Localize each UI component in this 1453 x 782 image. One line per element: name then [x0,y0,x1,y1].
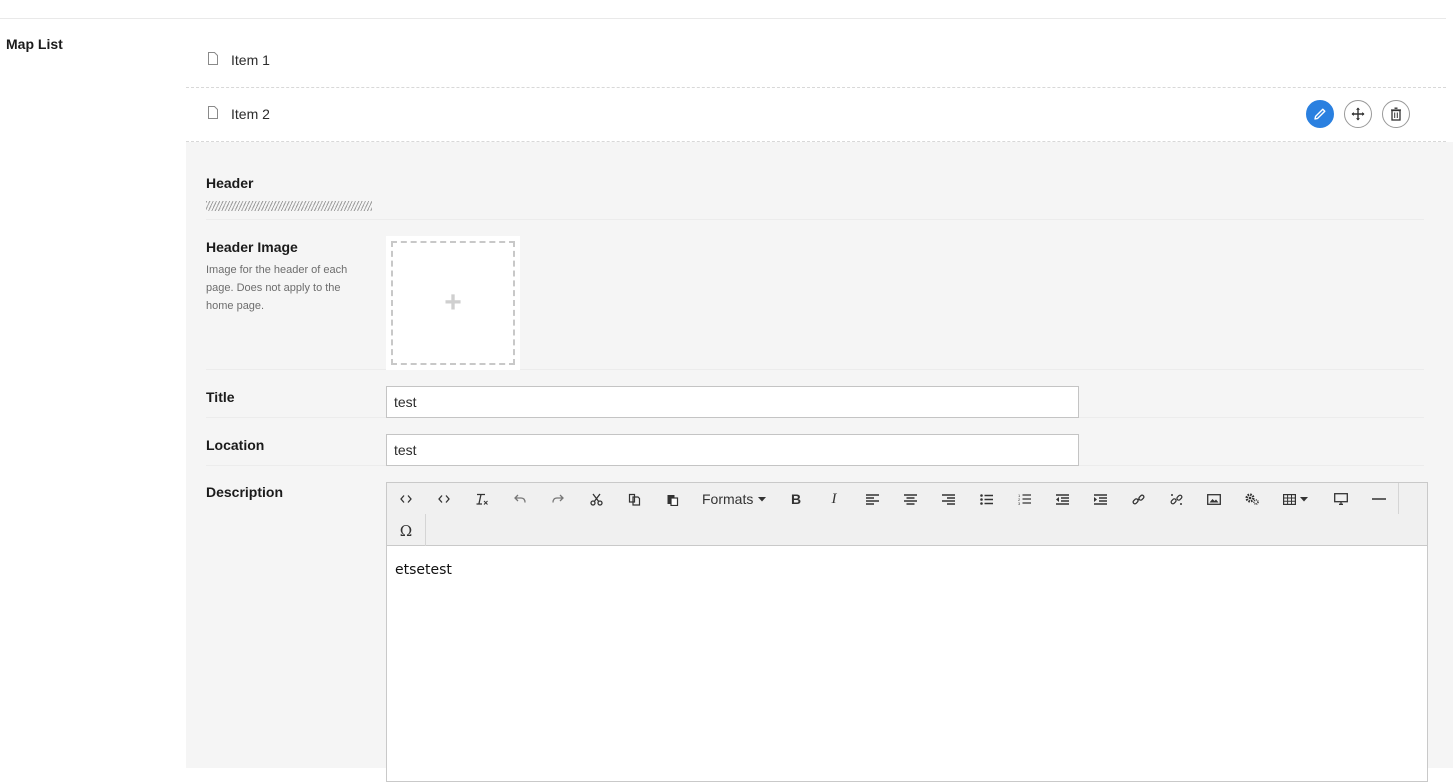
list-item-1[interactable]: Item 1 [186,34,1446,88]
scissors-icon [589,493,603,506]
toolbar-separator [425,514,426,546]
header-label: Header [206,175,254,191]
align-center-icon [903,493,917,505]
link-icon [1131,494,1145,504]
editor-content[interactable]: etsetest [387,546,1427,594]
special-character-button[interactable]: Ω [389,517,423,545]
location-field-row: Location [206,432,1424,466]
editor-toolbar: Formats B I 123 Ω [387,483,1427,546]
numbered-list-icon: 123 [1018,493,1031,505]
align-right-button[interactable] [931,485,965,513]
unlink-icon [1170,493,1182,505]
align-left-icon [865,493,879,505]
preview-button[interactable] [1324,485,1358,513]
map-list-label: Map List [6,36,63,52]
title-input[interactable] [386,386,1079,418]
align-left-button[interactable] [855,485,889,513]
header-image-field-row: Header Image Image for the header of eac… [206,234,1424,370]
unlink-button[interactable] [1159,485,1193,513]
pencil-icon [1314,108,1326,120]
add-image-icon: + [391,241,515,365]
paste-button[interactable] [655,485,689,513]
bullet-list-icon [979,493,993,505]
move-button[interactable] [1344,100,1372,128]
title-label: Title [206,389,235,405]
item-editor-panel: Header Header Image Image for the header… [186,142,1453,782]
edit-button[interactable] [1306,100,1334,128]
horizontal-rule-icon [1372,498,1386,500]
move-icon [1351,107,1365,121]
item-label: Item 2 [231,106,270,122]
source-code-button[interactable] [389,485,423,513]
header-image-picker[interactable]: + [386,236,520,370]
undo-button[interactable] [503,485,537,513]
source-code-icon [400,495,412,503]
location-label: Location [206,437,265,453]
monitor-icon [1334,493,1348,505]
undo-icon [514,494,526,503]
description-label: Description [206,484,284,500]
header-field-row: Header [206,170,1424,220]
header-image-label: Header Image [206,239,298,255]
location-input[interactable] [386,434,1079,466]
toolbar-separator [1398,483,1399,514]
align-right-icon [941,493,955,505]
bold-button[interactable]: B [779,485,813,513]
code-button[interactable] [427,485,461,513]
copy-icon [628,493,640,506]
list-item-2[interactable]: Item 2 [186,88,1446,142]
copy-button[interactable] [617,485,651,513]
description-editor: Formats B I 123 Ω etsetest [386,482,1428,782]
delete-button[interactable] [1382,100,1410,128]
italic-button[interactable]: I [817,485,851,513]
gears-icon [1245,493,1259,505]
trash-icon [1391,107,1401,121]
item-label: Item 1 [231,52,270,68]
header-divider-pattern [206,201,372,211]
title-field-row: Title [206,384,1424,418]
formats-label: Formats [702,491,754,507]
document-icon [208,52,218,65]
cut-button[interactable] [579,485,613,513]
caret-down-icon [758,496,767,501]
horizontal-rule-button[interactable] [1362,485,1396,513]
code-icon [438,495,450,503]
bullet-list-button[interactable] [969,485,1003,513]
table-icon [1282,493,1296,505]
indent-icon [1093,493,1107,505]
formats-dropdown[interactable]: Formats [693,485,769,513]
indent-button[interactable] [1083,485,1117,513]
header-image-help: Image for the header of each page. Does … [206,264,348,312]
outdent-icon [1055,493,1069,505]
clear-formatting-button[interactable] [465,485,499,513]
link-button[interactable] [1121,485,1155,513]
svg-text:3: 3 [1018,501,1021,505]
document-icon [208,106,218,119]
redo-icon [552,494,564,503]
paste-icon [667,494,678,506]
outdent-button[interactable] [1045,485,1079,513]
top-divider [0,18,1446,19]
insert-image-button[interactable] [1197,485,1231,513]
align-center-button[interactable] [893,485,927,513]
plugin-button[interactable] [1235,485,1269,513]
table-dropdown[interactable] [1273,485,1317,513]
numbered-list-button[interactable]: 123 [1007,485,1041,513]
clear-formatting-icon [476,493,488,505]
redo-button[interactable] [541,485,575,513]
image-icon [1207,493,1221,505]
caret-down-icon [1299,496,1308,501]
